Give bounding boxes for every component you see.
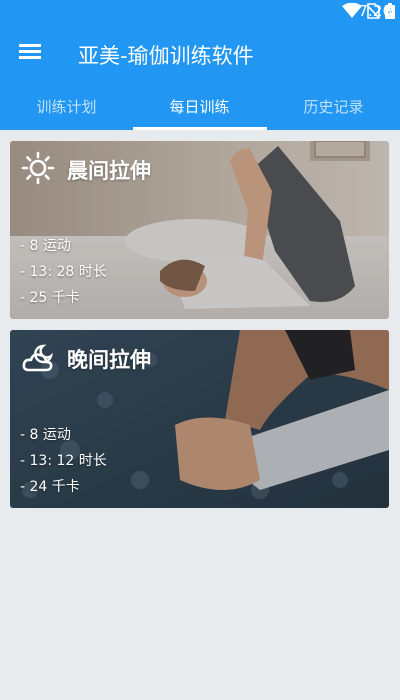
menu-button[interactable] (18, 42, 42, 66)
duration: - 13: 28 时长 (20, 264, 107, 280)
calories: - 24 千卡 (20, 479, 80, 495)
exercise-count: - 8 运动 (20, 427, 71, 443)
tab-bar: 训练计划 每日训练 历史记录 (0, 86, 400, 130)
tab-history[interactable]: 历史记录 (267, 86, 400, 130)
exercise-count: - 8 运动 (20, 238, 71, 254)
app-bar: 7:26 亚美-瑜伽训练软件 训练计划 每日训练 历史记录 (0, 0, 400, 130)
tab-daily-training[interactable]: 每日训练 (133, 86, 266, 130)
app-title: 亚美-瑜伽训练软件 (78, 44, 254, 68)
tab-indicator (133, 127, 267, 130)
tab-training-plan[interactable]: 训练计划 (0, 86, 133, 130)
menu-icon-line (19, 56, 41, 59)
cloud-moon-icon (22, 344, 54, 372)
calories: - 25 千卡 (20, 290, 80, 306)
evening-stretch-card[interactable]: 晚间拉伸 - 8 运动 - 13: 12 时长 - 24 千卡 (10, 330, 389, 508)
menu-icon-line (19, 44, 41, 47)
card-title: 晚间拉伸 (67, 348, 151, 372)
status-time: 7:26 (358, 2, 392, 20)
toolbar: 亚美-瑜伽训练软件 (0, 22, 400, 86)
menu-icon-line (19, 50, 41, 53)
card-title: 晨间拉伸 (67, 159, 151, 183)
status-bar: 7:26 (0, 0, 400, 22)
sun-icon (21, 151, 55, 185)
morning-stretch-card[interactable]: 晨间拉伸 - 8 运动 - 13: 28 时长 - 25 千卡 (10, 141, 389, 319)
duration: - 13: 12 时长 (20, 453, 107, 469)
